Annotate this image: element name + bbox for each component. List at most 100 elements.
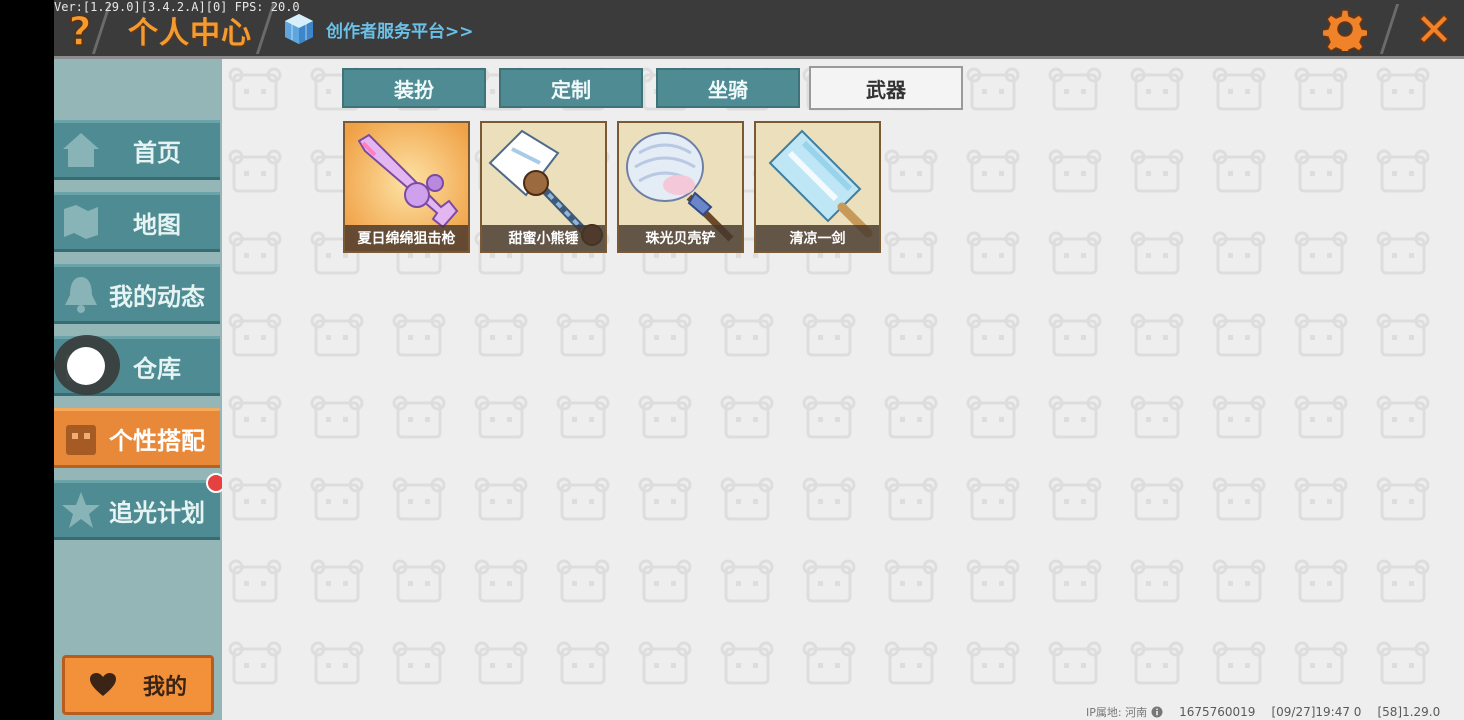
background-mascot-mark (556, 313, 610, 357)
background-mascot-mark (1212, 559, 1266, 603)
background-mascot-mark (638, 477, 692, 521)
background-mascot-mark (1376, 395, 1430, 439)
background-mascot-mark (1048, 67, 1102, 111)
background-mascot-mark (1294, 395, 1348, 439)
background-mascot-mark (1130, 641, 1184, 685)
mine-button-label: 我的 (142, 675, 187, 700)
sidebar-item-label: 仓库 (133, 354, 181, 383)
toggle-knob (67, 347, 105, 385)
background-mascot-mark (392, 477, 446, 521)
left-edge-strip (0, 0, 54, 720)
background-mascot-mark (228, 149, 282, 193)
background-mascot-mark (1048, 641, 1102, 685)
sidebar-item-feed[interactable]: 我的动态 (54, 264, 220, 324)
background-mascot-mark (1294, 67, 1348, 111)
cube-icon (285, 14, 313, 44)
background-mascot-mark (1376, 477, 1430, 521)
background-mascot-mark (556, 559, 610, 603)
background-mascot-mark (228, 67, 282, 111)
background-mascot-mark (474, 313, 528, 357)
background-mascot-mark (1212, 67, 1266, 111)
outfit-icon (66, 425, 96, 455)
background-mascot-mark (228, 559, 282, 603)
tab-weapon[interactable]: 武器 (809, 66, 963, 110)
sidebar-item-label: 我的动态 (109, 282, 205, 311)
background-mascot-mark (1376, 149, 1430, 193)
version-info: Ver:[1.29.0][3.4.2.A][0] FPS: 20.0 (54, 0, 300, 14)
background-mascot-mark (474, 559, 528, 603)
sidebar-item-home[interactable]: 首页 (54, 120, 220, 180)
background-mascot-mark (802, 313, 856, 357)
background-mascot-mark (392, 641, 446, 685)
background-mascot-mark (884, 313, 938, 357)
background-mascot-mark (720, 313, 774, 357)
item-card[interactable]: 清凉一剑 (754, 121, 881, 253)
sidebar-item-label: 地图 (133, 210, 181, 239)
sidebar-item-label: 个性搭配 (109, 426, 205, 455)
info-icon[interactable] (1151, 706, 1163, 718)
background-mascot-mark (1294, 149, 1348, 193)
background-mascot-mark (1294, 231, 1348, 275)
background-mascot-mark (228, 313, 282, 357)
background-mascot-mark (1048, 313, 1102, 357)
background-mascot-mark (638, 641, 692, 685)
sidebar-item-map[interactable]: 地图 (54, 192, 220, 252)
background-mascot-mark (802, 395, 856, 439)
divider (1379, 4, 1400, 54)
background-mascot-mark (884, 641, 938, 685)
background-mascot-mark (1376, 231, 1430, 275)
item-card[interactable]: 夏日绵绵狙击枪 (343, 121, 470, 253)
sidebar-item-label: 追光计划 (109, 498, 205, 527)
background-mascot-mark (228, 641, 282, 685)
background-mascot-mark (966, 231, 1020, 275)
background-mascot-mark (884, 231, 938, 275)
sidebar-item-outfit[interactable]: 个性搭配 (54, 408, 220, 468)
tab-mount[interactable]: 坐骑 (656, 68, 800, 108)
tab-custom[interactable]: 定制 (499, 68, 643, 108)
settings-button[interactable] (1320, 4, 1370, 54)
background-mascot-mark (720, 395, 774, 439)
item-name: 夏日绵绵狙击枪 (345, 225, 468, 251)
background-mascot-mark (474, 641, 528, 685)
sidebar-item-chase-light[interactable]: 追光计划 (54, 480, 220, 540)
background-mascot-mark (1130, 477, 1184, 521)
background-mascot-mark (556, 395, 610, 439)
background-mascot-mark (1048, 231, 1102, 275)
background-mascot-mark (1376, 559, 1430, 603)
background-mascot-mark (1294, 559, 1348, 603)
item-card[interactable]: 甜蜜小熊锤 (480, 121, 607, 253)
background-mascot-mark (1212, 641, 1266, 685)
background-mascot-mark (228, 395, 282, 439)
mine-button[interactable]: 我的 (62, 655, 214, 715)
background-mascot-mark (1294, 641, 1348, 685)
status-footer: IP属地: 河南 1675760019 [09/27]19:47 0 [58]1… (1086, 704, 1440, 720)
background-mascot-mark (966, 149, 1020, 193)
tab-costume[interactable]: 装扮 (342, 68, 486, 108)
background-mascot-mark (228, 231, 282, 275)
creator-platform-link[interactable]: 创作者服务平台>> (282, 10, 474, 48)
background-mascot-mark (802, 477, 856, 521)
background-mascot-mark (1048, 477, 1102, 521)
background-mascot-mark (884, 395, 938, 439)
background-mascot-mark (1048, 149, 1102, 193)
background-mascot-mark (1212, 313, 1266, 357)
close-button[interactable] (1408, 4, 1460, 54)
background-mascot-mark (392, 559, 446, 603)
background-mascot-mark (474, 477, 528, 521)
background-mascot-mark (1130, 231, 1184, 275)
star-icon (62, 492, 100, 528)
build-version: [58]1.29.0 (1377, 705, 1441, 719)
background-mascot-mark (1376, 67, 1430, 111)
item-name: 甜蜜小熊锤 (482, 225, 605, 251)
background-mascot-mark (720, 559, 774, 603)
background-mascot-mark (638, 395, 692, 439)
ip-location-label: IP属地: 河南 (1086, 706, 1148, 719)
item-card[interactable]: 珠光贝壳铲 (617, 121, 744, 253)
background-mascot-mark (802, 559, 856, 603)
background-mascot-mark (638, 559, 692, 603)
background-mascot-mark (392, 313, 446, 357)
background-mascot-mark (802, 641, 856, 685)
background-mascot-mark (310, 313, 364, 357)
gear-icon (1323, 9, 1367, 51)
background-mascot-mark (720, 641, 774, 685)
